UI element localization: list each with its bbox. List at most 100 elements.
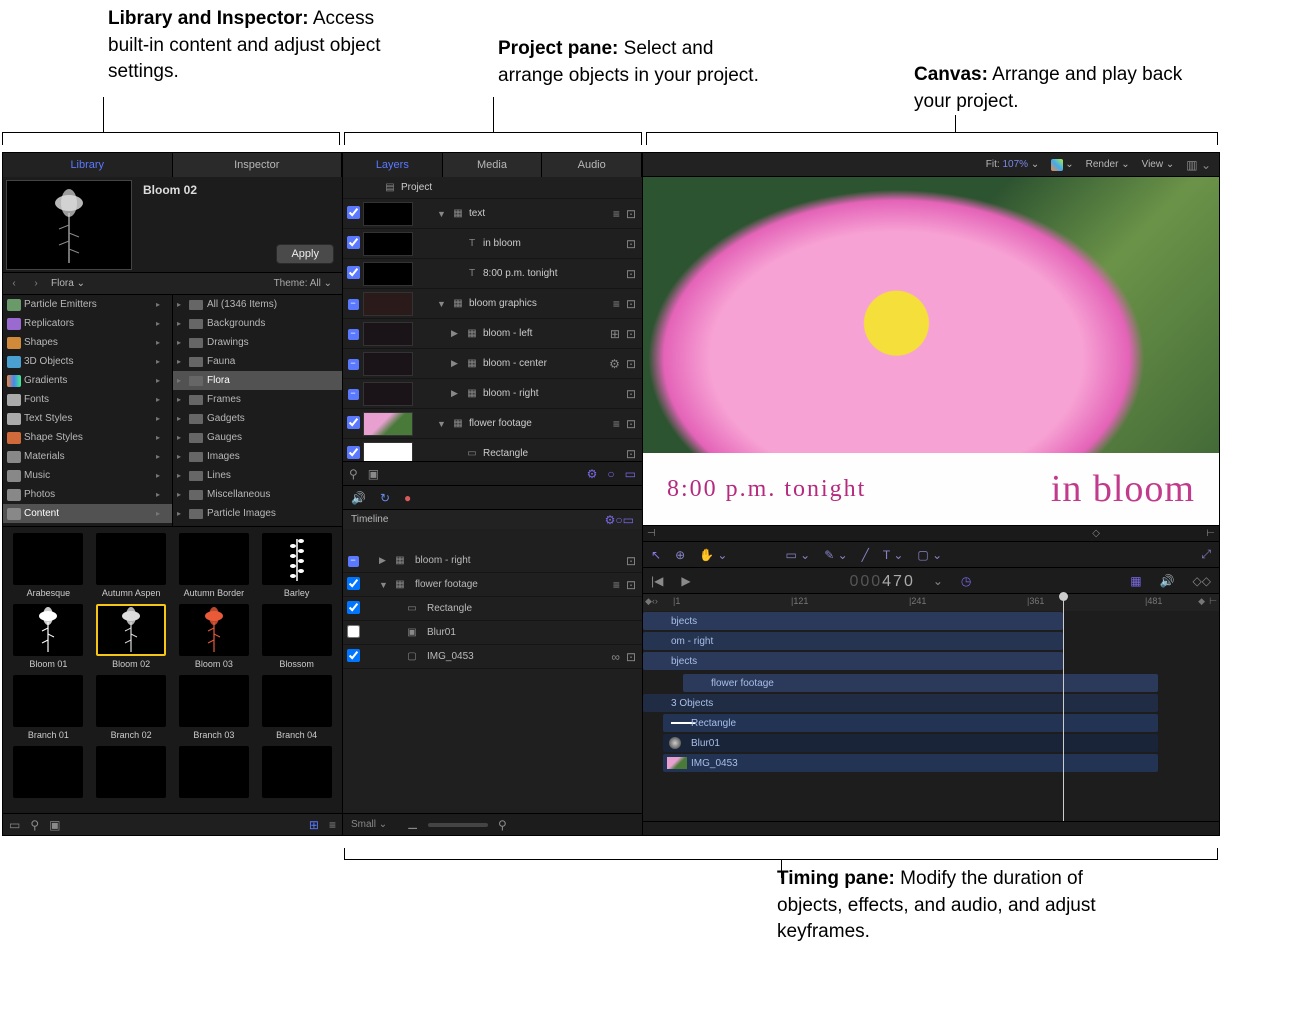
go-start-icon[interactable]: |◀ bbox=[651, 574, 663, 588]
subcategory-item[interactable]: ▸Flora bbox=[173, 371, 342, 390]
select-tool-icon[interactable]: ↖ bbox=[651, 548, 661, 562]
layer-row[interactable]: T8:00 p.m. tonight⊡ bbox=[343, 259, 642, 289]
frame-icon[interactable]: ▣ bbox=[368, 467, 379, 481]
subcategory-item[interactable]: ▸Frames bbox=[173, 390, 342, 409]
row-action-icon[interactable]: ⊡ bbox=[626, 387, 636, 401]
layer-row[interactable]: ▤Project bbox=[343, 177, 642, 199]
mini-timeline[interactable]: ⊣ ◇ ⊢ bbox=[643, 525, 1219, 541]
thumbnail-item[interactable]: Branch 04 bbox=[257, 675, 336, 740]
behavior-icon[interactable]: ⚙ bbox=[587, 467, 598, 481]
fit-dropdown[interactable]: Fit: 107% ⌄ bbox=[986, 159, 1039, 170]
category-item[interactable]: Text Styles▸ bbox=[3, 409, 172, 428]
clip-bar[interactable] bbox=[663, 714, 1158, 732]
visibility-checkbox[interactable] bbox=[347, 416, 360, 429]
speaker-icon[interactable]: 🔊 bbox=[351, 491, 366, 505]
row-action-icon[interactable]: ≡ bbox=[613, 578, 620, 592]
thumbnail-item[interactable]: Bloom 03 bbox=[175, 604, 254, 669]
tab-inspector[interactable]: Inspector bbox=[173, 153, 343, 177]
disclosure-down-icon[interactable]: ▼ bbox=[379, 580, 393, 590]
visibility-checkbox[interactable] bbox=[347, 236, 360, 249]
audio-panel-icon[interactable]: 🔊 bbox=[1160, 574, 1175, 588]
visibility-checkbox[interactable]: − bbox=[348, 359, 359, 370]
thumbnail-item[interactable]: Blossom bbox=[257, 604, 336, 669]
subcategory-item[interactable]: ▸Particle Images bbox=[173, 504, 342, 523]
category-item[interactable]: Content▸ bbox=[3, 504, 172, 523]
rect-tool-icon[interactable]: ▭ ⌄ bbox=[785, 548, 810, 562]
subcategory-item[interactable]: ▸Symbols bbox=[173, 523, 342, 526]
thumbnail-item[interactable]: Autumn Border bbox=[175, 533, 254, 598]
timeline-layer-row[interactable]: ▢IMG_0453∞⊡ bbox=[343, 645, 642, 669]
behavior-icon[interactable]: ⚙ bbox=[605, 513, 616, 527]
layer-row[interactable]: ▭Rectangle⊡ bbox=[343, 439, 642, 461]
subcategory-item[interactable]: ▸Backgrounds bbox=[173, 314, 342, 333]
category-item[interactable]: Fonts▸ bbox=[3, 390, 172, 409]
thumbnail-item[interactable]: Autumn Aspen bbox=[92, 533, 171, 598]
track-row[interactable]: 3 Objects bbox=[643, 693, 1219, 713]
visibility-checkbox[interactable]: − bbox=[348, 556, 359, 567]
visibility-checkbox[interactable] bbox=[347, 446, 360, 459]
visibility-checkbox[interactable] bbox=[347, 206, 360, 219]
disclosure-right-icon[interactable]: ▶ bbox=[451, 328, 465, 339]
transform-tool-icon[interactable]: ⊕ bbox=[675, 548, 685, 562]
search-icon[interactable]: ⚲ bbox=[349, 467, 358, 481]
subcategory-item[interactable]: ▸Lines bbox=[173, 466, 342, 485]
category-item[interactable]: Particle Emitters▸ bbox=[3, 295, 172, 314]
view-dropdown[interactable]: View ⌄ bbox=[1142, 159, 1175, 170]
layer-row[interactable]: −▶▦bloom - left⊞⊡ bbox=[343, 319, 642, 349]
disclosure-down-icon[interactable]: ▼ bbox=[437, 209, 451, 219]
row-action-icon[interactable]: ⊡ bbox=[626, 207, 636, 221]
row-action-icon[interactable]: ≡ bbox=[613, 417, 620, 431]
zoom-in-icon[interactable]: ⚲ bbox=[498, 818, 507, 832]
breadcrumb[interactable]: Flora ⌄ bbox=[47, 278, 252, 289]
category-item[interactable]: Gradients▸ bbox=[3, 371, 172, 390]
theme-dropdown[interactable]: Theme: All ⌄ bbox=[252, 278, 342, 289]
out-point-icon[interactable]: ⊢ bbox=[1206, 528, 1215, 539]
thumbnail-item[interactable] bbox=[92, 746, 171, 801]
layer-row[interactable]: −▼▦bloom graphics≡⊡ bbox=[343, 289, 642, 319]
disclosure-right-icon[interactable]: ▶ bbox=[451, 358, 465, 369]
filter-icon[interactable]: ○ bbox=[615, 513, 622, 527]
category-item[interactable]: Shapes▸ bbox=[3, 333, 172, 352]
thumbnail-item[interactable]: Branch 03 bbox=[175, 675, 254, 740]
track-row[interactable]: bjects bbox=[643, 611, 1219, 631]
visibility-checkbox[interactable]: − bbox=[348, 329, 359, 340]
subcategory-item[interactable]: ▸Fauna bbox=[173, 352, 342, 371]
render-dropdown[interactable]: Render ⌄ bbox=[1086, 159, 1130, 170]
tab-media[interactable]: Media bbox=[443, 153, 543, 177]
thumbnail-item[interactable]: Barley bbox=[257, 533, 336, 598]
row-action-icon[interactable]: ⊡ bbox=[626, 357, 636, 371]
timeline-panel-icon[interactable]: ▦ bbox=[1130, 574, 1141, 588]
apply-button[interactable]: Apply bbox=[276, 244, 334, 264]
play-icon[interactable]: ▶ bbox=[681, 574, 690, 588]
category-item[interactable]: Favorites▸ bbox=[3, 523, 172, 526]
clip-bar[interactable] bbox=[663, 734, 1158, 752]
timeline-layer-row[interactable]: ▣Blur01 bbox=[343, 621, 642, 645]
row-action-icon[interactable]: ⊞ bbox=[610, 327, 620, 341]
layer-row[interactable]: ▼▦text≡⊡ bbox=[343, 199, 642, 229]
expand-icon[interactable]: ⤢ bbox=[1201, 547, 1211, 562]
track-row[interactable]: bjects bbox=[643, 651, 1219, 671]
disclosure-right-icon[interactable]: ▶ bbox=[379, 555, 393, 566]
subcategory-item[interactable]: ▸Drawings bbox=[173, 333, 342, 352]
playhead[interactable] bbox=[1063, 594, 1064, 611]
subcategory-item[interactable]: ▸All (1346 Items) bbox=[173, 295, 342, 314]
visibility-checkbox[interactable] bbox=[347, 266, 360, 279]
category-item[interactable]: Shape Styles▸ bbox=[3, 428, 172, 447]
disclosure-right-icon[interactable]: ▶ bbox=[451, 388, 465, 399]
row-action-icon[interactable]: ⊡ bbox=[626, 554, 636, 568]
disclosure-down-icon[interactable]: ▼ bbox=[437, 419, 451, 429]
timeline-layer-row[interactable]: −▶▦bloom - right⊡ bbox=[343, 549, 642, 573]
timeline-layer-row[interactable]: ▼▦flower footage≡⊡ bbox=[343, 573, 642, 597]
playhead-line[interactable] bbox=[1063, 611, 1064, 821]
row-action-icon[interactable]: ⊡ bbox=[626, 237, 636, 251]
subcategory-item[interactable]: ▸Gadgets bbox=[173, 409, 342, 428]
brush-tool-icon[interactable]: ╱ bbox=[862, 548, 869, 562]
path-icon[interactable]: ▭ bbox=[9, 818, 20, 832]
row-action-icon[interactable]: ⊡ bbox=[626, 578, 636, 592]
keyframe-panel-icon[interactable]: ◇◇ bbox=[1193, 574, 1211, 588]
list-view-icon[interactable]: ≡ bbox=[329, 818, 336, 832]
row-action-icon[interactable]: ≡ bbox=[613, 207, 620, 221]
clip-bar[interactable] bbox=[643, 694, 1158, 712]
layer-row[interactable]: −▶▦bloom - right⊡ bbox=[343, 379, 642, 409]
thumbnail-item[interactable] bbox=[257, 746, 336, 801]
